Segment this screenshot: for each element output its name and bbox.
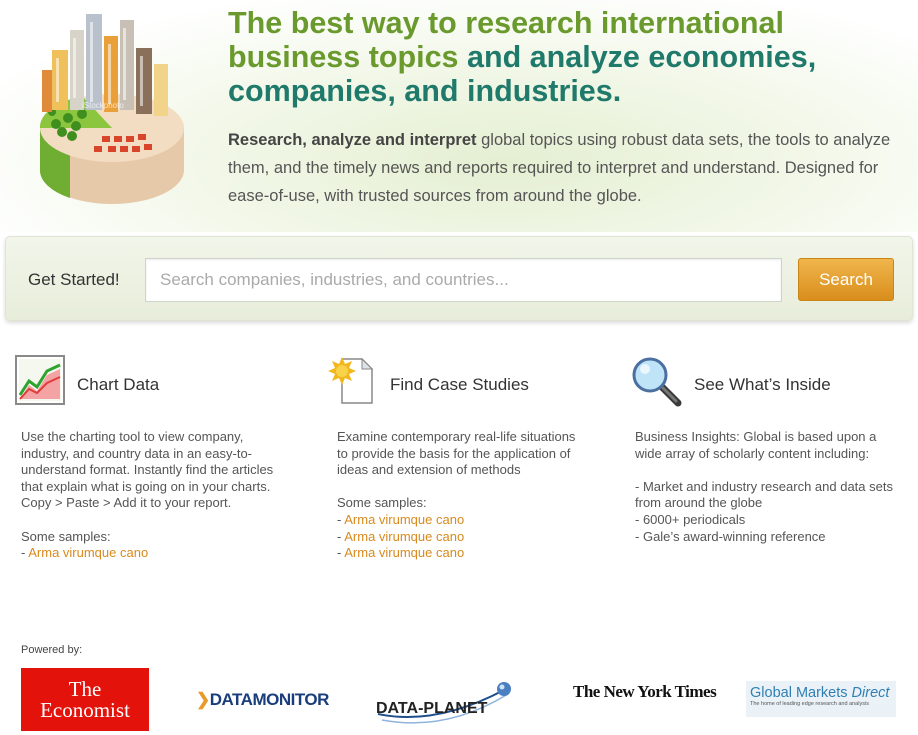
- sample-link[interactable]: Arma virumque cano: [344, 545, 464, 560]
- feature-title-case-studies[interactable]: Find Case Studies: [390, 375, 529, 395]
- sample-item: - Arma virumque cano: [21, 545, 149, 561]
- samples-label: Some samples:: [337, 495, 427, 511]
- datamonitor-logo-text: DATAMONITOR: [209, 690, 330, 709]
- case-study-document-icon[interactable]: [328, 355, 380, 407]
- list-item: - Market and industry research and data …: [635, 478, 893, 511]
- samples-label: Some samples:: [21, 528, 111, 544]
- search-button[interactable]: Search: [798, 258, 894, 301]
- feature-body-chart-data: Use the charting tool to view company, i…: [21, 429, 281, 562]
- watermark-text: iStockphoto: [82, 101, 124, 110]
- hero-intro: Research, analyze and interpret global t…: [228, 126, 898, 210]
- hero-headline: The best way to research international b…: [228, 6, 888, 108]
- gmd-logo-text: Global Markets Direct: [750, 685, 890, 701]
- feature-description: Business Insights: Global is based upon …: [635, 429, 877, 461]
- feature-title-chart-data[interactable]: Chart Data: [77, 375, 159, 395]
- nyt-logo[interactable]: The New York Times: [573, 682, 717, 702]
- list-item: - 6000+ periodicals: [635, 511, 746, 527]
- dataplanet-logo[interactable]: DATA-PLANET: [376, 680, 516, 730]
- sample-link[interactable]: Arma virumque cano: [344, 529, 464, 544]
- sample-link[interactable]: Arma virumque cano: [28, 545, 148, 560]
- dataplanet-logo-text: DATA-PLANET: [376, 700, 488, 717]
- feature-title-whats-inside[interactable]: See What’s Inside: [694, 375, 831, 395]
- sample-item: - Arma virumque cano: [337, 511, 465, 527]
- magnifier-icon[interactable]: [630, 355, 682, 407]
- get-started-label: Get Started!: [28, 270, 120, 289]
- economist-logo-line1: The: [68, 677, 102, 701]
- feature-body-whats-inside: Business Insights: Global is based upon …: [635, 429, 895, 545]
- search-panel: Get Started! Search: [5, 236, 913, 321]
- feature-description: Use the charting tool to view company, i…: [21, 429, 274, 511]
- economist-logo-line2: Economist: [40, 698, 130, 722]
- datamonitor-logo[interactable]: ❯DATAMONITOR: [196, 690, 329, 710]
- feature-description: Examine contemporary real-life situation…: [337, 429, 576, 478]
- global-markets-direct-logo[interactable]: Global Markets Direct The home of leadin…: [746, 681, 896, 717]
- gmd-tagline: The home of leading edge research and an…: [750, 701, 869, 707]
- city-pie-illustration: iStockphoto: [39, 14, 184, 204]
- economist-logo[interactable]: The Economist: [21, 668, 149, 731]
- powered-by-label: Powered by:: [21, 644, 83, 656]
- datamonitor-chevron-icon: ❯: [196, 690, 210, 709]
- search-input[interactable]: [145, 258, 782, 302]
- feature-body-case-studies: Examine contemporary real-life situation…: [337, 429, 577, 562]
- sample-link[interactable]: Arma virumque cano: [344, 512, 464, 527]
- chart-icon[interactable]: [15, 355, 65, 405]
- sample-item: - Arma virumque cano: [337, 545, 465, 561]
- intro-bold: Research, analyze and interpret: [228, 131, 477, 149]
- list-item: - Gale’s award-winning reference: [635, 528, 826, 544]
- sample-item: - Arma virumque cano: [337, 528, 465, 544]
